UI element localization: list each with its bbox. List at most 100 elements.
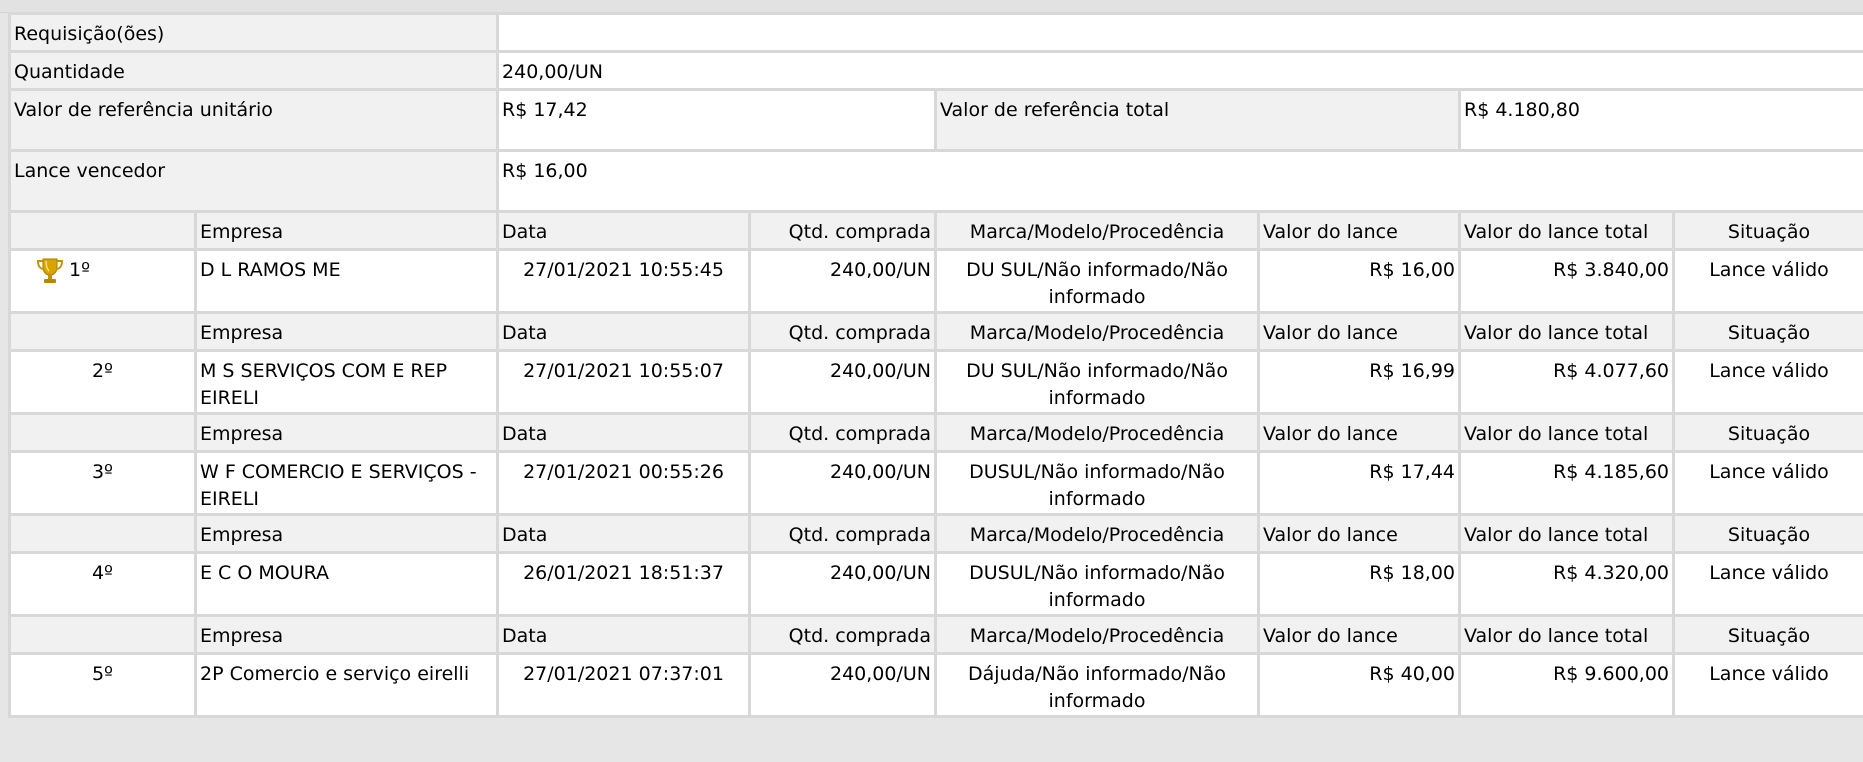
- requisicao-row: Requisição(ões): [7, 12, 1863, 53]
- marca-header: Marca/Modelo/Procedência: [934, 614, 1261, 655]
- bid-data: 27/01/2021 10:55:45: [496, 248, 752, 314]
- valor-total-header: Valor do lance total: [1458, 614, 1676, 655]
- bid-marca: Dájuda/Não informado/Não informado: [934, 652, 1261, 718]
- qtd-header: Qtd. comprada: [748, 614, 938, 655]
- rank-header: [8, 311, 197, 352]
- empresa-header: Empresa: [193, 311, 500, 352]
- lance-vencedor-row: Lance vencedor R$ 16,00: [7, 149, 1863, 213]
- bid-row: 4º E C O MOURA 26/01/2021 18:51:37 240,0…: [8, 551, 1863, 617]
- empresa-header: Empresa: [193, 412, 500, 453]
- data-header: Data: [496, 311, 752, 352]
- bid-details-table: Requisição(ões) Quantidade 240,00/UN Val…: [7, 12, 1863, 718]
- bid-qtd: 240,00/UN: [748, 551, 938, 617]
- bid-data: 27/01/2021 10:55:07: [496, 349, 752, 415]
- valor-header: Valor do lance: [1257, 210, 1462, 251]
- bid-header-row: Empresa Data Qtd. comprada Marca/Modelo/…: [8, 614, 1863, 655]
- bid-row: 5º 2P Comercio e serviço eirelli 27/01/2…: [8, 652, 1863, 718]
- bid-empresa: D L RAMOS ME: [193, 248, 500, 314]
- qtd-header: Qtd. comprada: [748, 311, 938, 352]
- bid-data: 26/01/2021 18:51:37: [496, 551, 752, 617]
- bid-valor-total: R$ 9.600,00: [1458, 652, 1676, 718]
- valor-header: Valor do lance: [1257, 513, 1462, 554]
- valor-header: Valor do lance: [1257, 311, 1462, 352]
- requisicao-value: [496, 12, 1863, 53]
- valor-header: Valor do lance: [1257, 614, 1462, 655]
- valor-header: Valor do lance: [1257, 412, 1462, 453]
- data-header: Data: [496, 614, 752, 655]
- bid-valor-total: R$ 4.185,60: [1458, 450, 1676, 516]
- valor-total-header: Valor do lance total: [1458, 311, 1676, 352]
- bid-valor: R$ 40,00: [1257, 652, 1462, 718]
- valor-total-header: Valor do lance total: [1458, 210, 1676, 251]
- quantidade-row: Quantidade 240,00/UN: [7, 50, 1863, 91]
- bid-marca: DU SUL/Não informado/Não informado: [934, 349, 1261, 415]
- bid-valor: R$ 18,00: [1257, 551, 1462, 617]
- bid-rank: 1º: [69, 259, 91, 281]
- rank-header: [8, 210, 197, 251]
- valor-ref-unit-value: R$ 17,42: [496, 88, 938, 152]
- bid-valor: R$ 16,00: [1257, 248, 1462, 314]
- qtd-header: Qtd. comprada: [748, 210, 938, 251]
- qtd-header: Qtd. comprada: [748, 412, 938, 453]
- bid-data: 27/01/2021 07:37:01: [496, 652, 752, 718]
- situacao-header: Situação: [1672, 513, 1863, 554]
- marca-header: Marca/Modelo/Procedência: [934, 513, 1261, 554]
- bid-rank: 4º: [8, 551, 197, 617]
- situacao-header: Situação: [1672, 614, 1863, 655]
- valor-ref-total-label: Valor de referência total: [934, 88, 1462, 152]
- bid-situacao: Lance válido: [1672, 551, 1863, 617]
- bid-valor-total: R$ 4.320,00: [1458, 551, 1676, 617]
- bid-valor: R$ 16,99: [1257, 349, 1462, 415]
- rank-header: [8, 614, 197, 655]
- bid-rank: 2º: [8, 349, 197, 415]
- bid-rank: 5º: [8, 652, 197, 718]
- bid-marca: DUSUL/Não informado/Não informado: [934, 551, 1261, 617]
- rank-header: [8, 513, 197, 554]
- bid-valor-total: R$ 3.840,00: [1458, 248, 1676, 314]
- valor-total-header: Valor do lance total: [1458, 412, 1676, 453]
- bid-situacao: Lance válido: [1672, 248, 1863, 314]
- quantidade-value: 240,00/UN: [496, 50, 1863, 91]
- bid-valor-total: R$ 4.077,60: [1458, 349, 1676, 415]
- bid-row: 3º W F COMERCIO E SERVIÇOS - EIRELI 27/0…: [8, 450, 1863, 516]
- bid-qtd: 240,00/UN: [748, 652, 938, 718]
- data-header: Data: [496, 513, 752, 554]
- valor-referencia-row: Valor de referência unitário R$ 17,42 Va…: [7, 88, 1863, 152]
- empresa-header: Empresa: [193, 614, 500, 655]
- bid-marca: DU SUL/Não informado/Não informado: [934, 248, 1261, 314]
- trophy-icon: [35, 257, 65, 293]
- bid-header-row: Empresa Data Qtd. comprada Marca/Modelo/…: [8, 513, 1863, 554]
- lance-vencedor-label: Lance vencedor: [7, 149, 500, 213]
- bid-row: 1º D L RAMOS ME 27/01/2021 10:55:45 240,…: [8, 248, 1863, 314]
- valor-ref-total-value: R$ 4.180,80: [1458, 88, 1863, 152]
- bid-data: 27/01/2021 00:55:26: [496, 450, 752, 516]
- marca-header: Marca/Modelo/Procedência: [934, 210, 1261, 251]
- bid-valor: R$ 17,44: [1257, 450, 1462, 516]
- marca-header: Marca/Modelo/Procedência: [934, 311, 1261, 352]
- empresa-header: Empresa: [193, 513, 500, 554]
- bid-row: 2º M S SERVIÇOS COM E REP EIRELI 27/01/2…: [8, 349, 1863, 415]
- quantidade-label: Quantidade: [7, 50, 500, 91]
- bid-rank: 3º: [8, 450, 197, 516]
- bid-situacao: Lance válido: [1672, 652, 1863, 718]
- valor-ref-unit-label: Valor de referência unitário: [7, 88, 500, 152]
- data-header: Data: [496, 412, 752, 453]
- rank-header: [8, 412, 197, 453]
- bid-situacao: Lance válido: [1672, 349, 1863, 415]
- bid-qtd: 240,00/UN: [748, 248, 938, 314]
- bid-qtd: 240,00/UN: [748, 349, 938, 415]
- situacao-header: Situação: [1672, 311, 1863, 352]
- bid-empresa: M S SERVIÇOS COM E REP EIRELI: [193, 349, 500, 415]
- situacao-header: Situação: [1672, 210, 1863, 251]
- lance-vencedor-value: R$ 16,00: [496, 149, 1863, 213]
- bid-rank-cell: 1º: [8, 248, 197, 314]
- data-header: Data: [496, 210, 752, 251]
- bid-marca: DUSUL/Não informado/Não informado: [934, 450, 1261, 516]
- qtd-header: Qtd. comprada: [748, 513, 938, 554]
- bid-header-row: Empresa Data Qtd. comprada Marca/Modelo/…: [8, 311, 1863, 352]
- bid-empresa: W F COMERCIO E SERVIÇOS - EIRELI: [193, 450, 500, 516]
- marca-header: Marca/Modelo/Procedência: [934, 412, 1261, 453]
- situacao-header: Situação: [1672, 412, 1863, 453]
- bid-empresa: E C O MOURA: [193, 551, 500, 617]
- bid-situacao: Lance válido: [1672, 450, 1863, 516]
